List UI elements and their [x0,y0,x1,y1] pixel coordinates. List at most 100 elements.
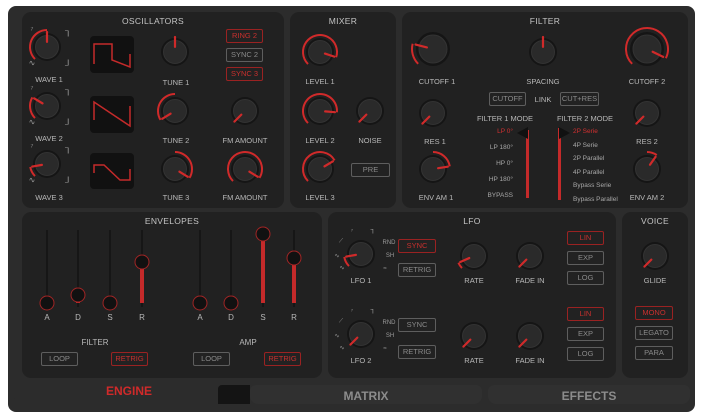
waveform-display-3 [90,153,134,189]
filter-2-mode-pointer[interactable] [559,127,570,139]
noise-knob[interactable] [345,86,395,136]
lfo-sync-button[interactable]: SYNC [398,318,436,332]
tab-matrix[interactable]: MATRIX [250,385,482,404]
lfo-fade-in-knob[interactable] [505,311,555,361]
square-wave-icon: ᒣ [64,29,70,39]
env-am-1-knob[interactable] [408,144,458,194]
slider-thumb[interactable] [223,295,239,311]
level-1-knob[interactable] [295,27,345,77]
lfo-curve-log-button[interactable]: LOG [567,271,604,285]
fm-amount-3-knob[interactable] [220,144,270,194]
waveform-display-2 [90,96,134,133]
tab-engine[interactable]: ENGINE [14,379,244,404]
cutoff-2-knob[interactable] [622,24,672,74]
slider-thumb[interactable] [192,295,208,311]
amp-loop-button[interactable]: LOOP [193,352,230,366]
filter-mode-option[interactable]: Bypass Parallel [573,196,618,203]
ramp-wave-icon: ⟋ [338,318,344,325]
knob-label: CUTOFF 1 [418,77,456,86]
lfo-curve-lin-button[interactable]: LIN [567,307,604,321]
sync-3-button[interactable]: SYNC 3 [226,67,263,81]
slider-thumb[interactable] [286,250,302,266]
pre-button[interactable]: PRE [351,163,390,177]
lfo-fade-in-knob[interactable] [505,231,555,281]
lfo-curve-log-button[interactable]: LOG [567,347,604,361]
lfo-retrig-button[interactable]: RETRIG [398,345,436,359]
knob-label: WAVE 3 [35,193,63,202]
lfo-curve-lin-button[interactable]: LIN [567,231,604,245]
ring-2-button[interactable]: RING 2 [226,29,263,43]
knob-label: TUNE 3 [162,193,190,202]
knob-label: FM AMOUNT [222,193,268,202]
lfo-shape-knob[interactable] [336,309,386,359]
fm-amount-2-knob[interactable] [220,86,270,136]
tab-effects[interactable]: EFFECTS [488,385,690,404]
slider-thumb[interactable] [70,287,86,303]
filter-retrig-button[interactable]: RETRIG [111,352,148,366]
saw-wave-icon: ⁷ [350,309,354,315]
sync-2-button[interactable]: SYNC 2 [226,48,263,62]
filter-1-mode-track[interactable] [526,130,529,198]
filter-mode-option[interactable]: BYPASS [487,192,513,199]
filter-mode-option[interactable]: HP 180° [489,176,513,183]
filter-envelope-label: FILTER [81,338,109,347]
filter-mode-option[interactable]: 4P Parallel [573,169,604,176]
slider-thumb[interactable] [255,226,271,242]
slider-label: A [197,313,203,322]
lfo-shape-knob[interactable] [336,229,386,279]
amp-retrig-button[interactable]: RETRIG [264,352,301,366]
filter-mode-option[interactable]: 2P Serie [573,128,598,135]
lfo-curve-exp-button[interactable]: EXP [567,327,604,341]
pulse-wave-icon: ᒧ [64,175,70,185]
voice-legato-button[interactable]: LEGATO [635,326,673,340]
tune-2-knob[interactable] [150,86,200,136]
lfo-retrig-button[interactable]: RETRIG [398,263,436,277]
knob-label: NOISE [358,136,382,145]
knob-indicator [437,165,449,170]
slider-thumb[interactable] [39,295,55,311]
voice-para-button[interactable]: PARA [635,346,673,360]
env-am-2-knob[interactable] [622,144,672,194]
slider-thumb[interactable] [134,254,150,270]
slider-fill [261,234,265,303]
noise-wave-icon: ≈ [383,266,387,272]
voice-mono-button[interactable]: MONO [635,306,673,320]
sine-wave-icon: ∿ [28,117,36,127]
knob-label: GLIDE [643,276,667,285]
res-1-knob[interactable] [408,88,458,138]
filter-mode-option[interactable]: HP 0° [496,160,513,167]
filter-2-mode-label: FILTER 2 MODE [556,114,614,123]
res-2-knob[interactable] [622,88,672,138]
filter-mode-option[interactable]: Bypass Serie [573,182,611,189]
level-2-knob[interactable] [295,86,345,136]
filter-1-mode-pointer[interactable] [517,127,528,139]
lfo-rate-knob[interactable] [449,231,499,281]
lfo-sync-button[interactable]: SYNC [398,239,436,253]
lfo-rate-knob[interactable] [449,311,499,361]
link-cut-res-button[interactable]: CUT+RES [560,92,599,106]
filter-loop-button[interactable]: LOOP [41,352,78,366]
tune-1-knob[interactable] [150,27,200,77]
lfo-curve-exp-button[interactable]: EXP [567,251,604,265]
tune-3-knob[interactable] [150,144,200,194]
slider-label: A [44,313,50,322]
filter-mode-option[interactable]: 2P Parallel [573,155,604,162]
square-wave-icon: ᒣ [370,229,374,236]
knob-label: LEVEL 3 [305,193,335,202]
knob-indicator [324,110,337,114]
filter-mode-option[interactable]: LP 180° [490,144,513,151]
spacing-knob[interactable] [518,27,568,77]
filter-mode-option[interactable]: LP 0° [497,128,513,135]
link-cutoff-button[interactable]: CUTOFF [489,92,526,106]
cutoff-1-knob[interactable] [408,24,458,74]
knob-label: CUTOFF 2 [628,77,666,86]
sine-wave-icon: ∿ [28,58,36,68]
knob-value-arc [457,262,463,269]
knob-label: ENV AM 1 [418,193,454,202]
panel-title: LFO [463,216,481,226]
filter-mode-option[interactable]: 4P Serie [573,142,598,149]
glide-knob[interactable] [630,231,680,281]
saw-wave-icon: ⁷ [30,84,34,94]
slider-thumb[interactable] [102,295,118,311]
level-3-knob[interactable] [295,144,345,194]
